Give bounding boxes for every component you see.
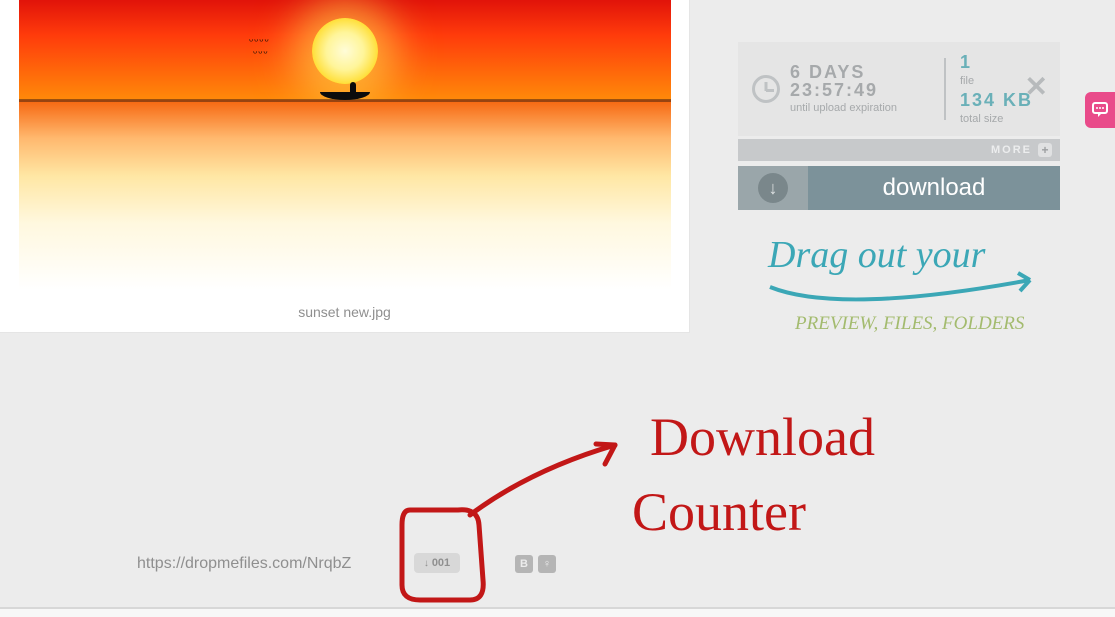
download-counter-arrow-icon: ↓ (424, 558, 429, 569)
download-counter-value: 001 (432, 557, 450, 569)
time-remaining: 23:57:49 (790, 81, 930, 100)
chat-icon (1091, 101, 1109, 119)
social-vk-icon[interactable]: B (515, 555, 533, 573)
download-arrow-icon: ↓ (758, 173, 788, 203)
download-icon-wrap: ↓ (738, 166, 808, 210)
clock-icon (752, 75, 780, 103)
drag-hint: Drag out your PREVIEW, FILES, FOLDERS (740, 225, 1060, 350)
social-icons: B ♀ (515, 555, 556, 573)
social-ok-icon[interactable]: ♀ (538, 555, 556, 573)
drag-arrow-line (770, 280, 1030, 299)
preview-image[interactable]: ᵕᵕᵕᵕ ᵕᵕᵕ (19, 0, 671, 290)
illustration-sun (312, 18, 378, 84)
expiration-block: 6 DAYS 23:57:49 until upload expiration (790, 63, 930, 116)
upload-info-box: 6 DAYS 23:57:49 until upload expiration … (738, 42, 1060, 136)
total-size-label: total size (960, 113, 1046, 126)
more-toggle[interactable]: MORE + (738, 139, 1060, 161)
illustration-water (19, 100, 671, 290)
download-button[interactable]: ↓ download (738, 166, 1060, 210)
annotation-text-1: Download (650, 407, 875, 467)
close-icon[interactable]: ✕ (1025, 70, 1048, 103)
preview-card: ᵕᵕᵕᵕ ᵕᵕᵕ sunset new.jpg (0, 0, 690, 333)
annotation-text-2: Counter (632, 482, 806, 542)
drag-hint-bottom: PREVIEW, FILES, FOLDERS (794, 313, 1025, 334)
illustration-birds: ᵕᵕᵕᵕ ᵕᵕᵕ (249, 35, 270, 59)
info-divider (944, 58, 946, 120)
illustration-boat (320, 84, 370, 100)
days-remaining: 6 DAYS (790, 63, 930, 82)
share-url[interactable]: https://dropmefiles.com/NrqbZ (137, 555, 351, 573)
download-label: download (808, 166, 1060, 210)
preview-filename: sunset new.jpg (0, 304, 689, 320)
drag-hint-top: Drag out your (767, 234, 986, 276)
feedback-tab[interactable] (1085, 92, 1115, 128)
page-bottom-edge (0, 607, 1115, 617)
expiration-label: until upload expiration (790, 102, 930, 115)
more-label: MORE (991, 144, 1032, 156)
plus-icon: + (1038, 143, 1052, 157)
download-counter-badge: ↓ 001 (414, 553, 460, 573)
